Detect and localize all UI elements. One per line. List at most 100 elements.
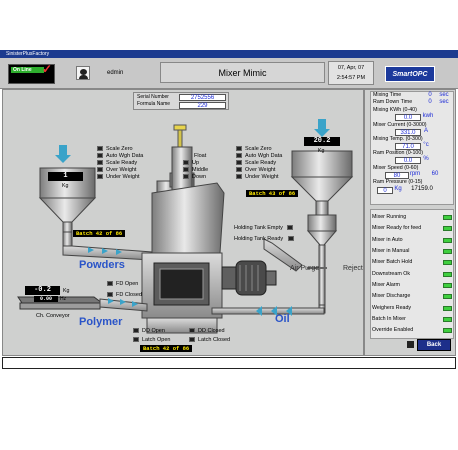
holding-tank-status: Holding Tank Empty Holding Tank Ready — [234, 225, 297, 243]
right-option-4: Under Weight — [236, 174, 282, 181]
online-status: On Line — [11, 67, 44, 73]
user-icon[interactable] — [76, 66, 90, 80]
fd-closed: FD Closed — [107, 292, 142, 299]
left-batch: Batch 42 of 86 — [73, 230, 126, 237]
right-option-4-indicator — [236, 174, 242, 179]
latch-open: Latch Open — [133, 337, 170, 344]
float-middle-indicator — [183, 167, 189, 172]
back-button[interactable]: Back — [417, 339, 451, 351]
conveyor-unit: Kg — [63, 288, 70, 294]
left-option-1: Auto Wgh Data — [97, 153, 143, 160]
back-indicator-icon — [407, 341, 414, 348]
status-weighers: Weighers Ready — [372, 302, 452, 313]
conveyor-hz: 0.00 — [34, 296, 58, 302]
right-option-2: Scale Ready — [236, 160, 282, 167]
fd-status: FD Open FD Closed — [107, 281, 142, 299]
fd-open: FD Open — [107, 281, 142, 288]
holding-ready: Holding Tank Ready — [234, 236, 297, 243]
username: edmin — [107, 70, 124, 76]
reject-label: Reject — [343, 265, 363, 272]
dd-closed: DD Closed — [189, 328, 230, 335]
polymer-label: Polymer — [79, 316, 123, 328]
status-discharge: Mixer Discharge — [372, 291, 452, 302]
dd-closed-indicator — [189, 328, 195, 333]
left-option-3-indicator — [97, 167, 103, 172]
status-ready-feed: Mixer Ready for feed — [372, 223, 452, 234]
oil-pipe — [211, 307, 325, 315]
fd-closed-indicator — [107, 292, 113, 297]
right-option-2-indicator — [236, 160, 242, 165]
right-option-0-indicator — [236, 146, 242, 151]
left-hopper-arrow-icon — [55, 145, 71, 163]
conveyor-weight: -0.2 — [25, 286, 60, 295]
right-option-1-indicator — [236, 153, 242, 158]
left-option-4-indicator — [97, 174, 103, 179]
air-purge-label: Air Purge — [290, 265, 320, 272]
holding-ready-indicator — [287, 236, 294, 241]
readout-mixing-time: Mixing Time 0 sec — [373, 92, 449, 98]
float-up: Up — [183, 160, 208, 167]
date: 07, Apr, 07 — [337, 65, 365, 71]
latch-open-indicator — [133, 337, 139, 342]
status-manual: Mixer in Manual — [372, 246, 452, 257]
datetime-box: 07, Apr, 07 2:54:57 PM — [328, 61, 374, 85]
fd-open-indicator — [107, 281, 113, 286]
right-option-3-indicator — [236, 167, 242, 172]
readout-ram-down: Ram Down Time 0 sec — [373, 99, 449, 105]
mixer-motor — [221, 260, 277, 296]
brand-logo: SmartOPC — [385, 66, 435, 82]
float-label: Float — [194, 153, 207, 159]
right-hopper-arrow-icon — [314, 119, 330, 137]
status-mixer-running: Mixer Running — [372, 212, 452, 223]
window-title: SinisterPlusFactory — [6, 51, 50, 57]
holding-empty-indicator — [287, 225, 294, 230]
discharge-right: DD Closed Latch Closed — [189, 328, 230, 344]
float-indicators: Float Up Middle Down — [183, 153, 208, 181]
right-option-3: Over Weight — [236, 167, 282, 174]
ch-conveyor-label: Ch. Conveyor — [36, 313, 70, 319]
left-hopper-options: Scale Zero Auto Wgh Data Scale Ready Ove… — [97, 146, 143, 181]
latch-closed: Latch Closed — [189, 337, 230, 344]
left-hopper-unit: Kg — [62, 183, 69, 189]
readout-current: Mixer Current (0-3000) 331.0 A — [373, 122, 428, 136]
latch-closed-indicator — [189, 337, 195, 342]
discharge-left: DD Open Latch Open — [133, 328, 170, 344]
left-option-3: Over Weight — [97, 167, 143, 174]
right-batch: Batch 43 of 86 — [246, 190, 299, 197]
status-led-8 — [443, 305, 452, 311]
float-down: Down — [183, 174, 208, 181]
status-led-9 — [443, 316, 452, 322]
status-led-0 — [443, 215, 452, 221]
right-hopper-options: Scale Zero Auto Wgh Data Scale Ready Ove… — [236, 146, 282, 181]
status-led-2 — [443, 237, 452, 243]
conveyor-hz-unit: Hz — [60, 296, 67, 302]
window-title-bar: SinisterPlusFactory — [0, 50, 458, 58]
status-auto: Mixer in Auto — [372, 235, 452, 246]
header-bar: On Line ✓ edmin Mixer Mimic 07, Apr, 07 … — [0, 58, 458, 89]
status-led-7 — [443, 294, 452, 300]
status-batch-in: Batch In Mixer — [372, 314, 452, 325]
readout-ram-pressure: Ram Pressure (0-15) 0 Kg 17159.0 — [373, 179, 433, 194]
time: 2:54:57 PM — [336, 75, 366, 81]
status-led-3 — [443, 249, 452, 255]
online-status-box: On Line ✓ — [8, 63, 55, 84]
float-middle: Middle — [183, 167, 208, 174]
discharge-batch: Batch 42 of 86 — [140, 345, 193, 352]
status-alarm: Mixer Alarm — [372, 280, 452, 291]
status-list: Mixer Running Mixer Ready for feed Mixer… — [372, 212, 452, 336]
left-option-4: Under Weight — [97, 174, 143, 181]
left-hopper-weight: 1 — [48, 172, 83, 181]
dd-open: DD Open — [133, 328, 170, 335]
status-override: Override Enabled — [372, 325, 452, 336]
readout-temp: Mixing Temp. (0-300) 71.0 °c — [373, 136, 429, 150]
left-option-2: Scale Ready — [97, 160, 143, 167]
oil-label: Oil — [275, 313, 290, 325]
float-down-indicator — [183, 174, 189, 179]
right-option-0: Scale Zero — [236, 146, 282, 153]
float-up-indicator — [183, 160, 189, 165]
status-led-1 — [443, 226, 452, 232]
right-hopper-weight: 20.2 — [304, 137, 340, 146]
status-led-4 — [443, 260, 452, 266]
readout-kwh: Mixing KWh (0-40) 0.0 kwh — [373, 107, 434, 121]
status-led-10 — [443, 328, 452, 334]
